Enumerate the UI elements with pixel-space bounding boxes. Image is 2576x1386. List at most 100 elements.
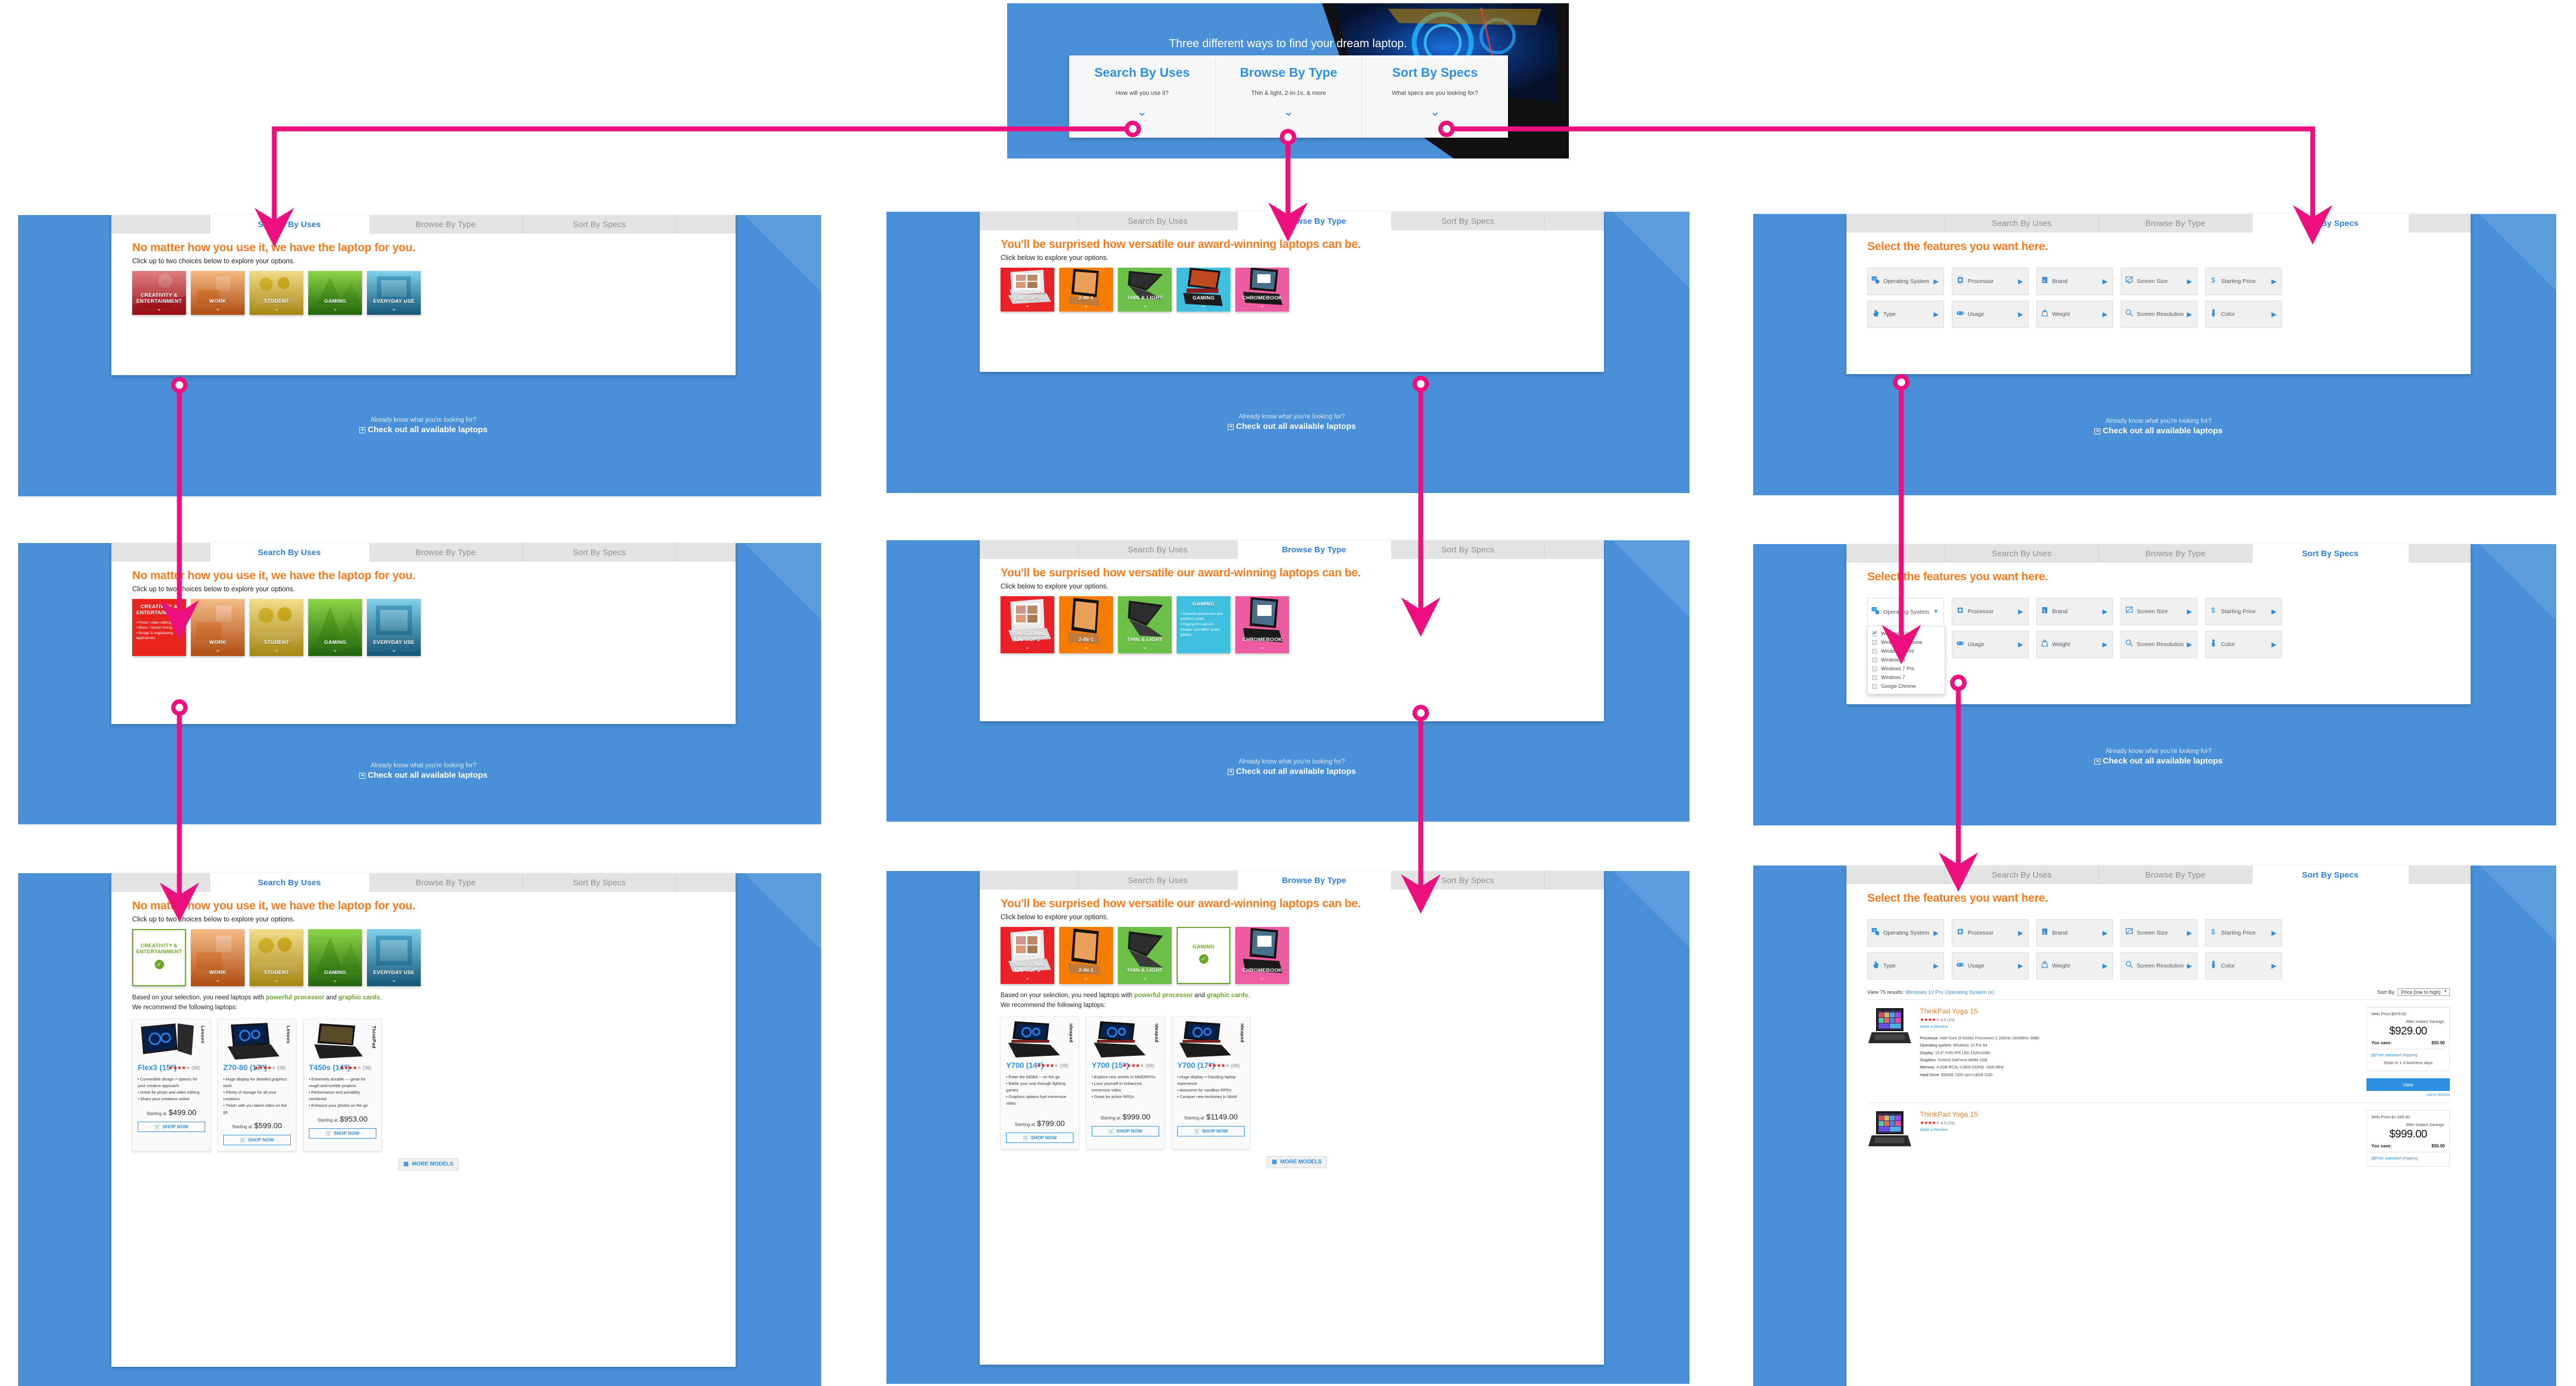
tab-search-by-uses[interactable]: Search By Uses	[210, 543, 369, 562]
os-option[interactable]: Windows 10 Pro	[1868, 629, 1945, 638]
tile-traditional-laptops[interactable]: TRADITIONAL LAPTOPS ⌄	[1001, 927, 1054, 984]
tab-browse-by-type[interactable]: Browse By Type	[1238, 871, 1391, 890]
chevron-down-icon[interactable]: ⌄	[1083, 303, 1088, 309]
check-all-laptops-link[interactable]: + Check out all available laptops	[1846, 426, 2471, 435]
tile-2-in-1[interactable]: 2-IN-1 ⌄	[1059, 927, 1113, 984]
result-title[interactable]: ThinkPad Yoga 15	[1920, 1007, 2359, 1015]
chevron-down-icon[interactable]: ⌄	[1259, 303, 1264, 309]
spec-button-brand[interactable]: L Brand ▶	[2036, 268, 2113, 295]
tile-creativity-entertainment-expanded[interactable]: CREATIVITY &ENTERTAINMENT Photo / video …	[132, 599, 186, 656]
os-option[interactable]: Google Chrome	[1868, 682, 1945, 691]
tile-2-in-1[interactable]: 2-IN-1 ⌄	[1059, 268, 1113, 312]
tab-browse-by-type[interactable]: Browse By Type	[369, 215, 523, 234]
spec-button-brand[interactable]: L Brand ▶	[2036, 598, 2113, 625]
chevron-down-icon[interactable]: ⌄	[274, 977, 279, 983]
tile-gaming[interactable]: GAMING ⌄	[308, 271, 362, 315]
hero-card-search-by-uses[interactable]: Search By Uses How will you use it? ⌄	[1069, 55, 1216, 138]
spec-button-screen-resolution[interactable]: Screen Resolution ▶	[2121, 631, 2197, 658]
write-review-link[interactable]: Write a Review	[1920, 1127, 2359, 1132]
os-option[interactable]: Windows 8 Pro	[1868, 647, 1945, 655]
spec-button-usage[interactable]: Usage ▶	[1952, 631, 2029, 658]
spec-button-weight[interactable]: Weight ▶	[2036, 301, 2113, 328]
tab-sort-by-specs[interactable]: Sort By Specs	[1391, 212, 1545, 230]
tab-search-by-uses[interactable]: Search By Uses	[210, 215, 369, 234]
result-row[interactable]: ThinkPad Yoga 15 ★★★★★ 4.5 (15) Write a …	[1867, 1102, 2450, 1172]
shop-now-button[interactable]: 🛒 SHOP NOW	[138, 1121, 205, 1132]
spec-button-color[interactable]: Color ▶	[2205, 631, 2282, 658]
spec-button-screen-size[interactable]: Screen Size ▶	[2121, 598, 2197, 625]
shop-now-button[interactable]: 🛒 SHOP NOW	[1177, 1125, 1245, 1136]
write-review-link[interactable]: Write a Review	[1920, 1024, 2359, 1029]
chevron-down-icon[interactable]: ⌄	[391, 977, 396, 983]
chevron-down-icon[interactable]: ⌄	[215, 977, 220, 983]
free-shipping-link[interactable]: ▤Free standard shipping	[2371, 1156, 2445, 1161]
tile-creativity-entertainment[interactable]: CREATIVITY & ENTERTAINMENT ⌄	[132, 271, 186, 315]
checkbox-icon[interactable]	[1872, 675, 1877, 680]
product-card[interactable]: ideapad Y700 (14") ★★★★★ (98) Enter the …	[1001, 1016, 1079, 1149]
tile-gaming[interactable]: GAMING ⌄	[308, 929, 362, 986]
sort-by-select[interactable]: Price (low to high)	[2397, 988, 2450, 996]
spec-button-processor[interactable]: Processor ▶	[1952, 598, 2029, 625]
tile-thin-and-light[interactable]: THIN & LIGHT ⌄	[1118, 927, 1172, 984]
checkbox-icon[interactable]	[1872, 657, 1877, 663]
tile-gaming[interactable]: GAMING ⌄	[1177, 268, 1230, 312]
tile-work[interactable]: WORK ⌄	[191, 599, 245, 656]
view-button[interactable]: View	[2366, 1078, 2450, 1091]
tile-everyday-use[interactable]: EVERYDAY USE ⌄	[367, 271, 421, 315]
tile-everyday-use[interactable]: EVERYDAY USE ⌄	[367, 599, 421, 656]
spec-button-processor[interactable]: Processor ▶	[1952, 268, 2029, 295]
spec-button-weight[interactable]: Weight ▶	[2036, 631, 2113, 658]
tile-student[interactable]: STUDENT ⌄	[250, 271, 303, 315]
tab-search-by-uses[interactable]: Search By Uses	[1945, 544, 2099, 563]
checkbox-icon[interactable]	[1872, 630, 1877, 636]
tab-sort-by-specs[interactable]: Sort By Specs	[1391, 871, 1545, 890]
result-row[interactable]: ThinkPad Yoga 15 ★★★★★ 4.5 (15) Write a …	[1867, 999, 2450, 1102]
check-all-laptops-link[interactable]: + Check out all available laptops	[111, 771, 736, 780]
chevron-down-icon[interactable]: ⌄	[391, 647, 396, 653]
product-card[interactable]: Lenovo Flex3 (15") ★★★★★ (98) Convertibl…	[132, 1018, 211, 1151]
tab-browse-by-type[interactable]: Browse By Type	[1238, 212, 1391, 230]
add-to-wishlist-link[interactable]: Add to Wishlist	[2366, 1093, 2450, 1097]
tile-gaming-expanded[interactable]: GAMING Powerful processors and graphics …	[1177, 596, 1230, 653]
chevron-down-icon[interactable]: ⌄	[1069, 104, 1215, 119]
filter-chip-link[interactable]: Windows 10 Pro Operating System (x)	[1906, 989, 1995, 995]
tile-chromebook[interactable]: CHROMEBOOK ⌄	[1235, 927, 1289, 984]
shop-now-button[interactable]: 🛒 SHOP NOW	[223, 1134, 291, 1145]
hero-card-sort-by-specs[interactable]: Sort By Specs What specs are you looking…	[1362, 55, 1508, 138]
product-card[interactable]: ThinkPad T450s (14") ★★★★★ (98) Extremel…	[303, 1018, 382, 1151]
checkbox-icon[interactable]	[1872, 640, 1877, 645]
spec-button-operating-system[interactable]: OS Operating System ▶	[1867, 268, 1944, 295]
tab-search-by-uses[interactable]: Search By Uses	[210, 873, 369, 892]
tab-search-by-uses[interactable]: Search By Uses	[1945, 214, 2099, 233]
chevron-down-icon[interactable]: ⌄	[332, 306, 337, 312]
spec-button-starting-price[interactable]: $ Starting Price ▶	[2205, 919, 2282, 947]
chevron-down-icon[interactable]: ⌄	[1083, 975, 1088, 981]
more-models-button[interactable]: ▦ MORE MODELS	[1267, 1156, 1327, 1168]
shop-now-button[interactable]: 🛒 SHOP NOW	[309, 1128, 376, 1139]
checkbox-icon[interactable]	[1872, 683, 1877, 689]
check-all-laptops-link[interactable]: + Check out all available laptops	[980, 767, 1604, 776]
spec-button-weight[interactable]: Weight ▶	[2036, 952, 2113, 980]
result-title[interactable]: ThinkPad Yoga 15	[1920, 1110, 2359, 1118]
check-all-laptops-link[interactable]: + Check out all available laptops	[1846, 756, 2471, 766]
tile-thin-and-light[interactable]: THIN & LIGHT ⌄	[1118, 268, 1172, 312]
tile-student[interactable]: STUDENT ⌄	[250, 599, 303, 656]
chevron-down-icon[interactable]: ⌄	[1025, 644, 1030, 650]
spec-button-brand[interactable]: L Brand ▶	[2036, 919, 2113, 947]
spec-button-screen-size[interactable]: Screen Size ▶	[2121, 268, 2197, 295]
chevron-down-icon[interactable]: ⌄	[215, 306, 220, 312]
spec-button-color[interactable]: Color ▶	[2205, 301, 2282, 328]
product-card[interactable]: Lenovo Z70-80 (17") ★★★★★ (98) Huge disp…	[218, 1018, 296, 1151]
tile-student[interactable]: STUDENT ⌄	[250, 929, 303, 986]
os-option[interactable]: Windows 10 Home	[1868, 638, 1945, 647]
chevron-down-icon[interactable]: ⌄	[1259, 644, 1264, 650]
tile-everyday-use[interactable]: EVERYDAY USE ⌄	[367, 929, 421, 986]
tile-chromebook[interactable]: CHROMEBOOK ⌄	[1235, 268, 1289, 312]
chevron-down-icon[interactable]: ⌄	[332, 647, 337, 653]
tab-browse-by-type[interactable]: Browse By Type	[2099, 865, 2252, 884]
spec-button-color[interactable]: Color ▶	[2205, 952, 2282, 980]
chevron-down-icon[interactable]: ⌄	[1362, 104, 1508, 119]
tab-browse-by-type[interactable]: Browse By Type	[2099, 214, 2252, 233]
chevron-down-icon[interactable]: ⌄	[156, 306, 161, 312]
tile-2-in-1[interactable]: 2-IN-1 ⌄	[1059, 596, 1113, 653]
